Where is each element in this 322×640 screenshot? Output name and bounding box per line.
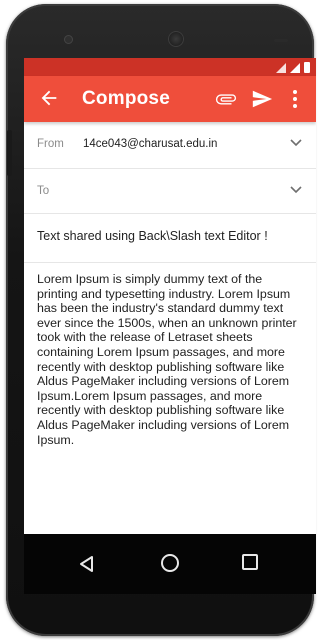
- front-camera: [64, 35, 73, 44]
- from-field[interactable]: 14ce043@charusat.edu.in: [83, 138, 217, 150]
- nav-recents-icon[interactable]: [242, 554, 258, 570]
- back-arrow-icon[interactable]: [38, 87, 60, 109]
- nav-home-icon[interactable]: [161, 554, 179, 572]
- status-bar: [24, 58, 316, 76]
- navigation-bar: [24, 534, 316, 594]
- earpiece-speaker: [168, 31, 184, 47]
- page-title: Compose: [82, 88, 170, 109]
- attach-icon[interactable]: [214, 88, 238, 110]
- nav-back-icon[interactable]: [78, 555, 96, 573]
- status-icons: [276, 61, 310, 73]
- subject-row[interactable]: Text shared using Back\Slash text Editor…: [24, 214, 316, 263]
- phone-screen: Compose From 14ce043@charusat.edu.in To …: [24, 58, 316, 594]
- chevron-down-icon[interactable]: [290, 186, 302, 194]
- cell-signal-icon: [290, 63, 300, 73]
- wifi-signal-icon: [276, 63, 286, 73]
- from-row[interactable]: From 14ce043@charusat.edu.in: [24, 122, 316, 169]
- to-row[interactable]: To: [24, 169, 316, 214]
- subject-field[interactable]: Text shared using Back\Slash text Editor…: [37, 229, 268, 243]
- side-button: [7, 130, 12, 176]
- more-vert-icon[interactable]: [292, 89, 298, 109]
- from-label: From: [37, 138, 64, 150]
- chevron-down-icon[interactable]: [290, 139, 302, 147]
- battery-icon: [304, 62, 310, 73]
- send-icon[interactable]: [251, 88, 273, 110]
- proximity-sensor: [274, 39, 288, 42]
- app-bar: Compose: [24, 76, 316, 122]
- to-label: To: [37, 185, 50, 197]
- message-body[interactable]: Lorem Ipsum is simply dummy text of the …: [37, 272, 307, 447]
